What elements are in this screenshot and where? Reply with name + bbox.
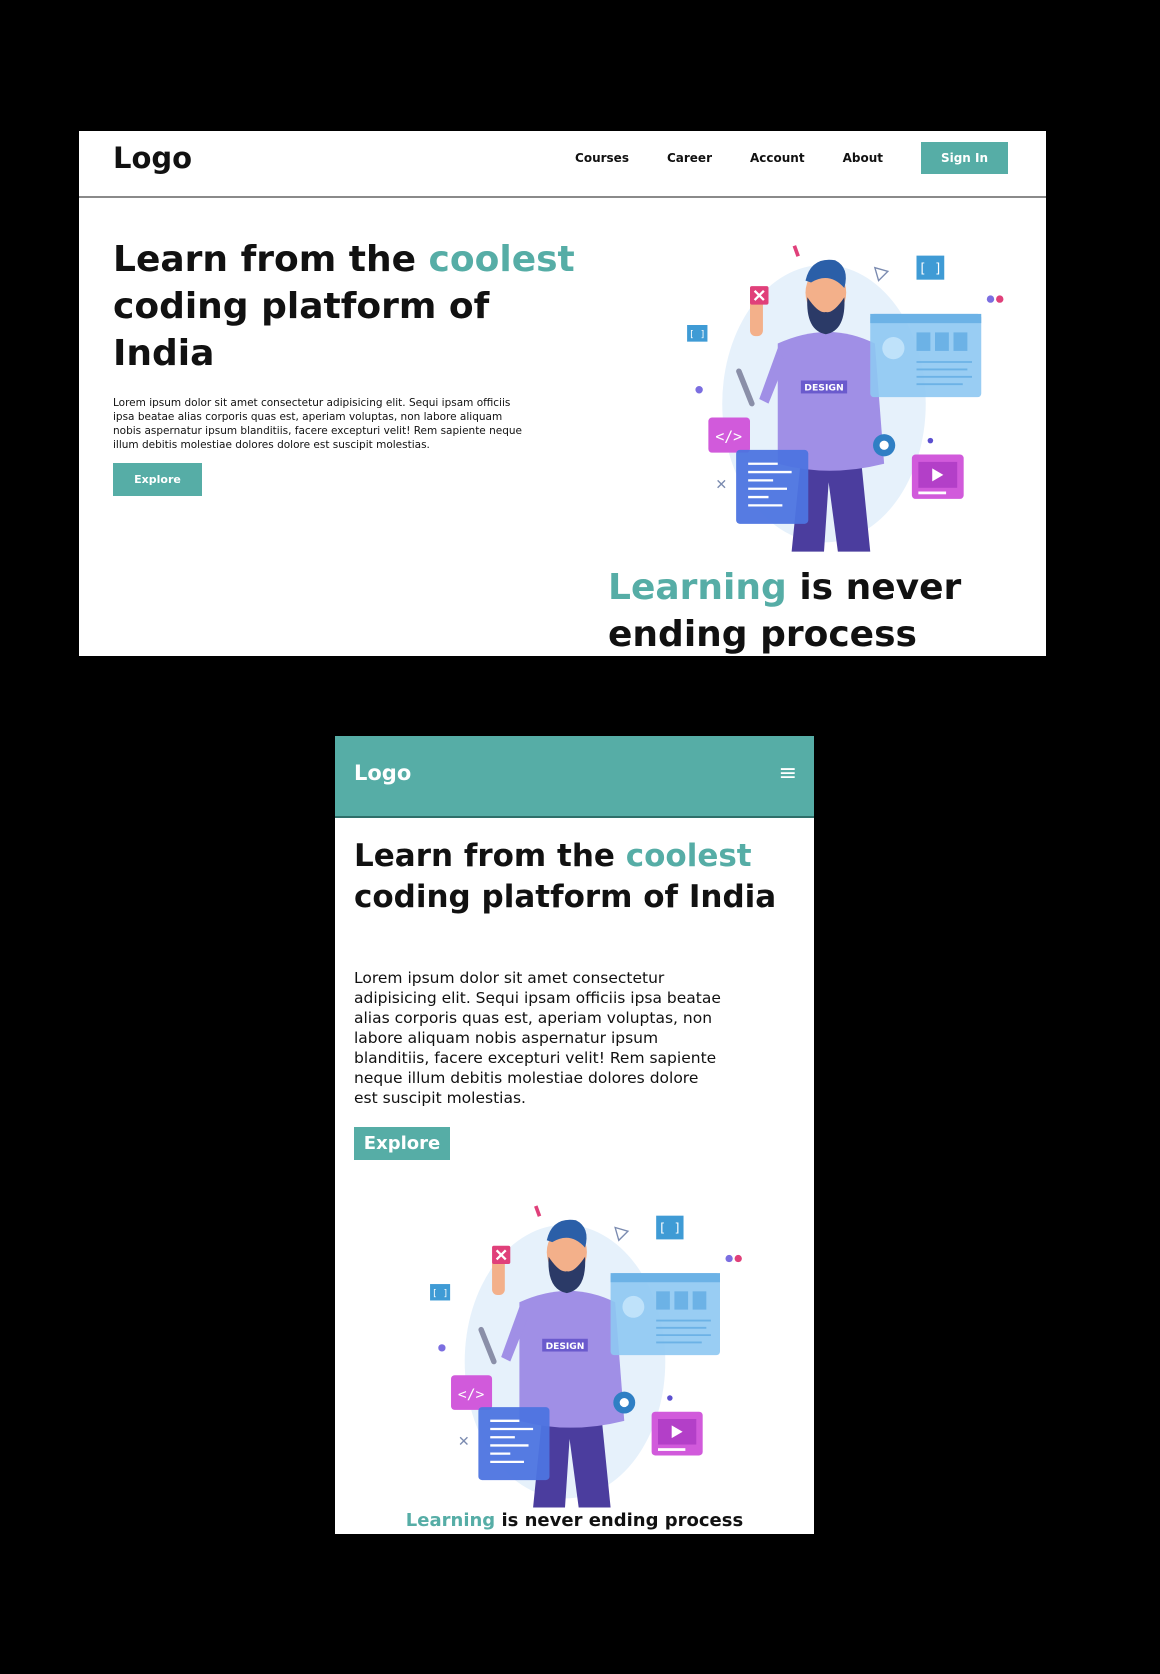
desktop-tagline: Learning is never ending process xyxy=(608,564,1008,656)
desktop-navbar: Logo Courses Career Account About Sign I… xyxy=(79,131,1046,198)
tagline-accent: Learning xyxy=(608,567,787,608)
headline-pre: Learn from the xyxy=(113,239,429,280)
mobile-logo[interactable]: Logo xyxy=(354,761,411,785)
desktop-mockup: Logo Courses Career Account About Sign I… xyxy=(79,131,1046,656)
desktop-hero-paragraph: Lorem ipsum dolor sit amet consectetur a… xyxy=(113,397,522,451)
desktop-explore-button[interactable]: Explore xyxy=(113,463,202,496)
headline-post: coding platform of India xyxy=(354,879,777,915)
mobile-mockup: Logo ≡ Learn from the coolest coding pla… xyxy=(335,736,814,1534)
nav-career[interactable]: Career xyxy=(667,151,712,165)
mobile-tagline: Learning is never ending process xyxy=(335,1510,814,1532)
tagline-rest: is never ending process xyxy=(495,1510,744,1531)
mobile-hero-headline: Learn from the coolest coding platform o… xyxy=(354,836,784,918)
desktop-nav-links: Courses Career Account About Sign In xyxy=(537,142,1008,174)
headline-accent: coolest xyxy=(428,239,575,280)
mobile-hero-paragraph: Lorem ipsum dolor sit amet consectetur a… xyxy=(354,969,721,1107)
desktop-hero-headline: Learn from the coolest coding platform o… xyxy=(113,236,583,377)
headline-accent: coolest xyxy=(625,838,752,874)
mobile-hero-illustration xyxy=(380,1202,750,1512)
nav-about[interactable]: About xyxy=(843,151,883,165)
hamburger-menu-icon[interactable]: ≡ xyxy=(779,761,797,786)
mobile-explore-button[interactable]: Explore xyxy=(354,1127,450,1160)
desktop-hero-illustration xyxy=(639,224,1009,574)
mobile-navbar: Logo ≡ xyxy=(335,736,814,818)
nav-courses[interactable]: Courses xyxy=(575,151,629,165)
headline-pre: Learn from the xyxy=(354,838,626,874)
tagline-accent: Learning xyxy=(405,1510,496,1531)
nav-account[interactable]: Account xyxy=(750,151,805,165)
sign-in-button[interactable]: Sign In xyxy=(921,142,1008,174)
desktop-logo[interactable]: Logo xyxy=(113,141,192,175)
headline-post: coding platform of India xyxy=(113,286,490,374)
